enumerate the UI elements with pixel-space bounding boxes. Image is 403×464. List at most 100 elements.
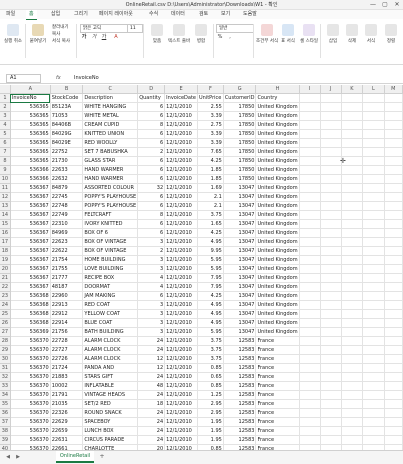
comma-button[interactable]: ,	[226, 34, 234, 41]
column-header[interactable]: L	[362, 85, 385, 94]
cell[interactable]	[362, 390, 385, 400]
column-header[interactable]: J	[320, 85, 342, 94]
cell[interactable]	[362, 381, 385, 391]
cell[interactable]	[341, 318, 364, 328]
cell[interactable]: United Kingdom	[255, 129, 300, 139]
menu-page-layout[interactable]: 페이지 레이아웃	[96, 10, 136, 19]
cell[interactable]: 536367	[10, 246, 51, 256]
maximize-button[interactable]: ▢	[379, 0, 391, 9]
cell[interactable]: 12/1/2010	[164, 372, 198, 382]
cell[interactable]: 12/1/2010	[164, 309, 198, 319]
cell[interactable]	[362, 183, 385, 193]
cell[interactable]	[384, 93, 403, 103]
cell[interactable]: 22631	[50, 435, 84, 445]
row-header[interactable]: 16	[0, 228, 11, 238]
cell[interactable]: 12/1/2010	[164, 192, 198, 202]
cell[interactable]	[299, 120, 321, 130]
cell[interactable]: 3	[137, 309, 166, 319]
cell[interactable]: 12583	[223, 345, 257, 355]
cell[interactable]: FELTCRAFT	[82, 210, 139, 220]
cell[interactable]: 6	[137, 174, 166, 184]
cell[interactable]: 12/1/2010	[164, 318, 198, 328]
cell[interactable]	[299, 282, 321, 292]
cell[interactable]: SET 7 BABUSHKA	[82, 147, 139, 157]
cell[interactable]	[341, 111, 364, 121]
cell[interactable]: 22960	[50, 291, 84, 301]
cell[interactable]	[384, 426, 403, 436]
cell[interactable]: 12/1/2010	[164, 282, 198, 292]
cell[interactable]: 536367	[10, 255, 51, 265]
cell[interactable]: 21777	[50, 273, 84, 283]
cell[interactable]: 12/1/2010	[164, 435, 198, 445]
cell[interactable]	[341, 237, 364, 247]
cell[interactable]	[384, 210, 403, 220]
cell[interactable]: United Kingdom	[255, 309, 300, 319]
cell[interactable]	[320, 111, 342, 121]
cell[interactable]: GLASS STAR	[82, 156, 139, 166]
cell[interactable]: 21035	[50, 399, 84, 409]
percent-button[interactable]: %	[216, 34, 224, 41]
cell[interactable]: France	[255, 399, 300, 409]
cell[interactable]: 5.95	[197, 327, 224, 337]
cell[interactable]	[341, 219, 364, 229]
cell[interactable]	[341, 93, 364, 103]
cell[interactable]: ROUND SNACK	[82, 408, 139, 418]
row-header[interactable]: 20	[0, 264, 11, 274]
cell[interactable]: United Kingdom	[255, 165, 300, 175]
cell[interactable]	[341, 228, 364, 238]
cell[interactable]: 12/1/2010	[164, 147, 198, 157]
cell[interactable]: 536367	[10, 201, 51, 211]
cell[interactable]: 2.75	[197, 120, 224, 130]
cell[interactable]: 22310	[50, 219, 84, 229]
cell[interactable]	[299, 390, 321, 400]
cell[interactable]: 9.95	[197, 246, 224, 256]
cell[interactable]: VINTAGE HEADS	[82, 390, 139, 400]
cell[interactable]	[320, 345, 342, 355]
cell[interactable]: 536367	[10, 264, 51, 274]
row-header[interactable]: 25	[0, 309, 11, 319]
cell[interactable]: 6	[137, 165, 166, 175]
cell[interactable]	[320, 300, 342, 310]
cell[interactable]: Description	[82, 93, 139, 103]
cell[interactable]: 12583	[223, 399, 257, 409]
cell[interactable]	[341, 309, 364, 319]
cell[interactable]: France	[255, 381, 300, 391]
row-header[interactable]: 1	[0, 93, 11, 103]
cell[interactable]	[299, 309, 321, 319]
add-sheet-button[interactable]: +	[98, 453, 106, 461]
cell[interactable]	[320, 435, 342, 445]
row-header[interactable]: 18	[0, 246, 11, 256]
cell[interactable]: CIRCUS PARADE	[82, 435, 139, 445]
cell[interactable]: 17850	[223, 129, 257, 139]
cell[interactable]	[384, 417, 403, 427]
cell[interactable]: 12583	[223, 426, 257, 436]
menu-insert[interactable]: 삽입	[48, 10, 63, 19]
format-painter-button[interactable]: 서식 복사	[50, 38, 74, 45]
cell[interactable]	[384, 435, 403, 445]
formula-input[interactable]: InvoiceNo	[74, 74, 394, 82]
cell[interactable]: 536370	[10, 372, 51, 382]
cell[interactable]: RED WOOLLY	[82, 138, 139, 148]
cell[interactable]: 12/1/2010	[164, 219, 198, 229]
cell[interactable]: 3.39	[197, 111, 224, 121]
row-header[interactable]: 10	[0, 174, 11, 184]
cell[interactable]	[320, 174, 342, 184]
cell[interactable]	[299, 192, 321, 202]
cell[interactable]: 1.95	[197, 426, 224, 436]
column-header[interactable]: D	[137, 85, 166, 94]
row-header[interactable]: 19	[0, 255, 11, 265]
cell[interactable]	[299, 246, 321, 256]
cell[interactable]: 24	[137, 372, 166, 382]
cell[interactable]: 3	[137, 327, 166, 337]
cell[interactable]: 13047	[223, 300, 257, 310]
cell[interactable]: 12/1/2010	[164, 138, 198, 148]
cell[interactable]: 21883	[50, 372, 84, 382]
cell[interactable]: 12/1/2010	[164, 264, 198, 274]
bold-button[interactable]: 가	[80, 34, 88, 41]
cell[interactable]: BLUE COAT	[82, 318, 139, 328]
cell[interactable]: 1.25	[197, 390, 224, 400]
spreadsheet-grid[interactable]: A B C D E F G H I J K L M 1 InvoiceNo StockCode Descript…	[0, 85, 403, 450]
column-header[interactable]: F	[197, 85, 224, 94]
cell[interactable]: 13047	[223, 291, 257, 301]
cell[interactable]: WHITE METAL	[82, 111, 139, 121]
